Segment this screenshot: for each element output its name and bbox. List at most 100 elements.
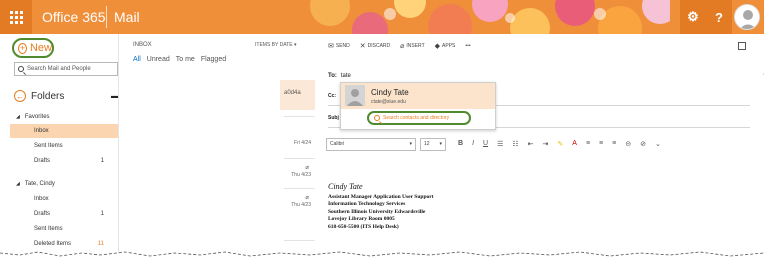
outdent-icon[interactable]: ⇤ [528,140,534,148]
sidebar-item-account-inbox[interactable]: Inbox [10,192,118,206]
person-icon [739,10,757,29]
filter-to-me[interactable]: To me [176,56,195,63]
gear-icon: ⚙ [687,9,699,24]
bullets-icon[interactable]: ☰ [497,140,503,148]
signature-line: Assistant Manager Application User Suppo… [328,194,434,200]
send-icon: ✉ [328,43,334,50]
bold-icon[interactable]: B [458,140,463,148]
help-label: ? [715,9,723,25]
row-divider [284,240,315,241]
signature-block[interactable]: Cindy Tate Assistant Manager Application… [328,182,434,231]
sidebar-item-account-drafts[interactable]: Drafts 1 [10,207,118,221]
apps-button[interactable]: ◆ APPS [435,42,456,50]
align-center-icon[interactable]: ≡ [599,140,603,148]
font-name: Calibri [330,141,345,147]
unlink-icon[interactable]: ⊘ [640,140,646,148]
italic-icon[interactable]: I [472,140,474,148]
signature-line: Southern Illinois University Edwardsvill… [328,208,426,215]
discard-label: DISCARD [367,43,391,49]
font-size: 12 [424,141,430,147]
to-field[interactable]: To: tate [328,70,752,82]
search-contacts-button[interactable]: Search contacts and directory [367,111,471,125]
collapse-triangle-icon: ◢ [16,181,20,187]
popout-icon[interactable] [738,42,746,50]
cc-label[interactable]: Cc: [328,93,336,99]
link-icon[interactable]: ⊝ [625,140,631,148]
list-filters: All Unread To me Flagged [133,56,226,63]
filter-all[interactable]: All [133,56,141,63]
help-button[interactable]: ? [706,0,732,34]
highlight-icon[interactable]: ✎ [557,140,563,148]
underline-icon[interactable]: U [483,140,488,148]
filter-unread[interactable]: Unread [147,56,170,63]
left-navigation: + New Search Mail and People ← Folders ▬… [10,34,118,259]
pin-icon[interactable]: ▬ [111,93,118,100]
discard-button[interactable]: ✕ DISCARD [360,42,390,50]
waffle-icon [9,10,23,24]
list-title: INBOX [133,42,152,48]
message-date[interactable]: Thu 4/23 [291,172,311,178]
font-select[interactable]: Calibri ▾ [326,137,416,151]
contact-suggestion[interactable]: Cindy Tate ctate@siue.edu [341,83,495,109]
subject-label[interactable]: Subj [328,115,339,121]
folders-header[interactable]: ← Folders ▬ [14,90,118,102]
signature-line: Lovejoy Library Room 0005 [328,216,395,223]
theme-decoration [310,0,670,34]
attachment-icon: ⌀ [305,195,309,201]
sidebar-item-account-sent-items[interactable]: Sent Items [10,222,118,236]
filter-flagged[interactable]: Flagged [201,56,226,63]
more-format-icon[interactable]: ⌄ [655,140,661,148]
insert-button[interactable]: ⌀ INSERT [400,42,424,50]
brand-divider [106,6,107,28]
compose-pane: ✉ SEND ✕ DISCARD ⌀ INSERT ◆ APPS ••• To: tat… [314,34,764,259]
list-item[interactable]: a0d4a [280,80,315,110]
signature-name: Cindy Tate [328,182,363,191]
more-button[interactable]: ••• [465,43,470,49]
to-value: tate [340,73,351,79]
message-date[interactable]: Fri 4/24 [294,140,311,146]
apps-label: APPS [442,43,456,49]
send-button[interactable]: ✉ SEND [328,42,350,50]
search-placeholder: Search Mail and People [27,66,91,72]
new-mail-button[interactable]: + New [12,38,54,58]
search-contacts-label: Search contacts and directory [383,115,450,121]
font-color-icon[interactable]: A [572,140,577,148]
font-size-select[interactable]: 12 ▾ [420,137,446,151]
send-label: SEND [335,43,350,49]
chevron-down-icon: ▾ [294,42,297,48]
folder-label: Inbox [34,128,49,134]
sidebar-item-deleted-items[interactable]: Deleted Items 11 [10,237,118,251]
search-mail-input[interactable]: Search Mail and People [14,62,118,76]
attachment-icon: ⌀ [305,165,309,171]
favorites-label: Favorites [24,114,50,120]
torn-edge-decoration [0,251,764,259]
row-divider [284,158,315,159]
sidebar-item-drafts[interactable]: Drafts 1 [10,154,118,168]
contact-avatar [345,85,365,106]
align-left-icon[interactable]: ≡ [586,140,590,148]
align-right-icon[interactable]: ≡ [612,140,616,148]
user-avatar[interactable] [734,4,760,30]
folder-label: Deleted Items [34,241,72,247]
apps-icon: ◆ [434,43,441,50]
brand-label[interactable]: Office 365 [42,9,106,25]
unread-count: 11 [97,241,104,247]
numbering-icon[interactable]: ☷ [512,140,518,148]
sidebar-item-inbox[interactable]: Inbox [10,124,118,138]
row-divider [284,116,315,117]
app-name[interactable]: Mail [114,9,140,25]
close-icon: ✕ [359,43,366,50]
format-icons: B I U ☰ ☷ ⇤ ⇥ ✎ A ≡ ≡ ≡ ⊝ ⊘ ⌄ [458,140,661,148]
account-group[interactable]: ◢ Tate, Cindy [10,177,118,191]
settings-button[interactable]: ⚙ [680,0,706,34]
indent-icon[interactable]: ⇥ [543,140,549,148]
sort-dropdown[interactable]: ITEMS BY DATE ▾ [255,42,297,48]
compose-toolbar: ✉ SEND ✕ DISCARD ⌀ INSERT ◆ APPS ••• [328,42,471,50]
app-launcher-button[interactable] [0,0,32,34]
message-date[interactable]: Thu 4/23 [291,202,311,208]
sidebar-item-sent-items[interactable]: Sent Items [10,139,118,153]
row-divider [284,188,315,189]
chevron-down-icon: ▾ [409,141,412,147]
favorites-group[interactable]: ◢ Favorites [10,110,118,124]
top-bar: Office 365 Mail ⚙ ? [0,0,764,34]
